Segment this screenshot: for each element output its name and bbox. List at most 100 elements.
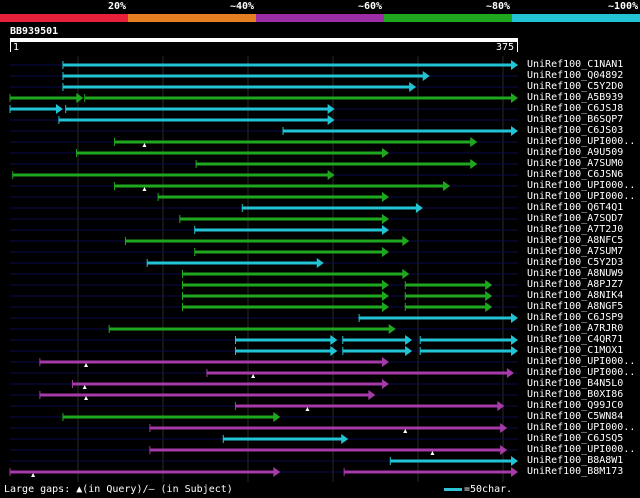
hit-arrowhead xyxy=(76,93,84,103)
hit-label[interactable]: UniRef100_C6JSN6 xyxy=(527,170,623,180)
hit-label[interactable]: UniRef100_A8PJZ7 xyxy=(527,280,623,290)
legend-label: ~60% xyxy=(358,1,383,12)
legend-label: 20% xyxy=(108,1,127,12)
query-start-tick xyxy=(10,42,11,52)
hit-label[interactable]: UniRef100_A7SQD7 xyxy=(527,214,623,224)
query-gap-marker xyxy=(82,385,87,389)
query-bar xyxy=(10,38,518,42)
hit-label[interactable]: UniRef100_B8M173 xyxy=(527,467,623,477)
hit-label[interactable]: UniRef100_C5WN84 xyxy=(527,412,623,422)
hit-arrowhead xyxy=(511,456,518,466)
hit-arrowhead xyxy=(381,148,389,158)
hit-label[interactable]: UniRef100_C1NAN1 xyxy=(527,60,623,70)
hit-arrowhead xyxy=(381,225,389,235)
hit-label[interactable]: UniRef100_A7T2J0 xyxy=(527,225,623,235)
hit-arrowhead xyxy=(330,346,338,356)
hit-label[interactable]: UniRef100_A8NFC5 xyxy=(527,236,623,246)
hit-arrowhead xyxy=(273,467,281,477)
identity-legend: 20% ~40% ~60% ~80% ~100% xyxy=(0,0,640,22)
legend-color-bar xyxy=(0,14,128,22)
legend-label: ~80% xyxy=(486,1,511,12)
hit-arrowhead xyxy=(470,159,478,169)
hit-arrowhead xyxy=(381,214,389,224)
hit-arrowhead xyxy=(485,291,493,301)
hit-label[interactable]: UniRef100_Q04892 xyxy=(527,71,623,81)
hit-arrowhead xyxy=(511,313,518,323)
hit-arrowhead xyxy=(443,181,451,191)
hit-label[interactable]: UniRef100_A8NIK4 xyxy=(527,291,623,301)
hit-label[interactable]: UniRef100_UPI000.. xyxy=(527,137,635,147)
hit-arrowhead xyxy=(470,137,478,147)
legend-color-bar xyxy=(512,14,640,22)
hit-label[interactable]: UniRef100_C5Y2D0 xyxy=(527,82,623,92)
hit-label[interactable]: UniRef100_Q99JC0 xyxy=(527,401,623,411)
hit-label[interactable]: UniRef100_B0XI86 xyxy=(527,390,623,400)
hits-panel: UniRef100_C1NAN1 UniRef100_Q04892 UniRef10… xyxy=(0,56,640,482)
hit-label[interactable]: UniRef100_A5B939 xyxy=(527,93,623,103)
hit-arrowhead xyxy=(422,71,430,81)
hit-arrowhead xyxy=(381,192,389,202)
hit-arrowhead xyxy=(327,104,335,114)
hit-label[interactable]: UniRef100_UPI000.. xyxy=(527,192,635,202)
hit-label[interactable]: UniRef100_C6JSQ5 xyxy=(527,434,623,444)
hit-arrowhead xyxy=(402,236,410,246)
hit-arrowhead xyxy=(511,467,518,477)
query-end-label: 375 xyxy=(496,42,515,53)
hit-label[interactable]: UniRef100_A7RJR0 xyxy=(527,324,623,334)
scale-text: =50char. xyxy=(464,484,513,495)
hit-arrowhead xyxy=(405,346,413,356)
hit-label[interactable]: UniRef100_C6JSJ8 xyxy=(527,104,623,114)
hit-label[interactable]: UniRef100_A9U509 xyxy=(527,148,623,158)
query-gap-marker xyxy=(305,407,310,411)
hit-label[interactable]: UniRef100_UPI000.. xyxy=(527,368,635,378)
hit-arrowhead xyxy=(405,335,413,345)
hit-label[interactable]: UniRef100_UPI000.. xyxy=(527,445,635,455)
hit-label[interactable]: UniRef100_A7SUM7 xyxy=(527,247,623,257)
query-gap-marker xyxy=(403,429,408,433)
hit-arrowhead xyxy=(327,170,335,180)
query-gap-marker xyxy=(142,187,147,191)
hit-arrowhead xyxy=(381,247,389,257)
query-end-tick xyxy=(517,42,518,52)
hit-label[interactable]: UniRef100_C6JS03 xyxy=(527,126,623,136)
hit-label[interactable]: UniRef100_C6JSP9 xyxy=(527,313,623,323)
hit-label[interactable]: UniRef100_C4QR71 xyxy=(527,335,623,345)
hit-arrowhead xyxy=(511,126,518,136)
hit-label[interactable]: UniRef100_C5Y2D3 xyxy=(527,258,623,268)
hit-label[interactable]: UniRef100_A7SUM0 xyxy=(527,159,623,169)
query-gap-marker xyxy=(430,451,435,455)
hit-arrowhead xyxy=(273,412,281,422)
hit-arrowhead xyxy=(381,379,389,389)
hit-label[interactable]: UniRef100_Q6T4Q1 xyxy=(527,203,623,213)
query-gap-marker xyxy=(84,363,89,367)
hit-label[interactable]: UniRef100_UPI000.. xyxy=(527,181,635,191)
hit-arrowhead xyxy=(402,269,410,279)
hit-label[interactable]: UniRef100_UPI000.. xyxy=(527,357,635,367)
legend-label: ~100% xyxy=(608,1,639,12)
hit-arrowhead xyxy=(341,434,349,444)
scale-swatch xyxy=(444,487,462,491)
legend-label: ~40% xyxy=(230,1,255,12)
hit-arrowhead xyxy=(327,115,335,125)
query-gap-marker xyxy=(142,143,147,147)
hit-arrowhead xyxy=(55,104,63,114)
hit-label[interactable]: UniRef100_B6SQP7 xyxy=(527,115,623,125)
footer-scale-legend: =50char. xyxy=(444,484,512,495)
hit-arrowhead xyxy=(381,302,389,312)
hit-arrowhead xyxy=(388,324,396,334)
hit-arrowhead xyxy=(415,203,423,213)
hit-arrowhead xyxy=(511,346,518,356)
hit-arrowhead xyxy=(330,335,338,345)
hit-arrowhead xyxy=(500,445,508,455)
hit-label[interactable]: UniRef100_B8A8W1 xyxy=(527,456,623,466)
hit-label[interactable]: UniRef100_A8NUW9 xyxy=(527,269,623,279)
hit-arrowhead xyxy=(381,291,389,301)
hit-label[interactable]: UniRef100_B4N5L0 xyxy=(527,379,623,389)
hit-arrowhead xyxy=(381,357,389,367)
hit-label[interactable]: UniRef100_A8NGF5 xyxy=(527,302,623,312)
hit-arrowhead xyxy=(316,258,324,268)
query-gap-marker xyxy=(251,374,256,378)
hit-label[interactable]: UniRef100_UPI000.. xyxy=(527,423,635,433)
hit-label[interactable]: UniRef100_C1MOX1 xyxy=(527,346,623,356)
hit-arrowhead xyxy=(368,390,376,400)
